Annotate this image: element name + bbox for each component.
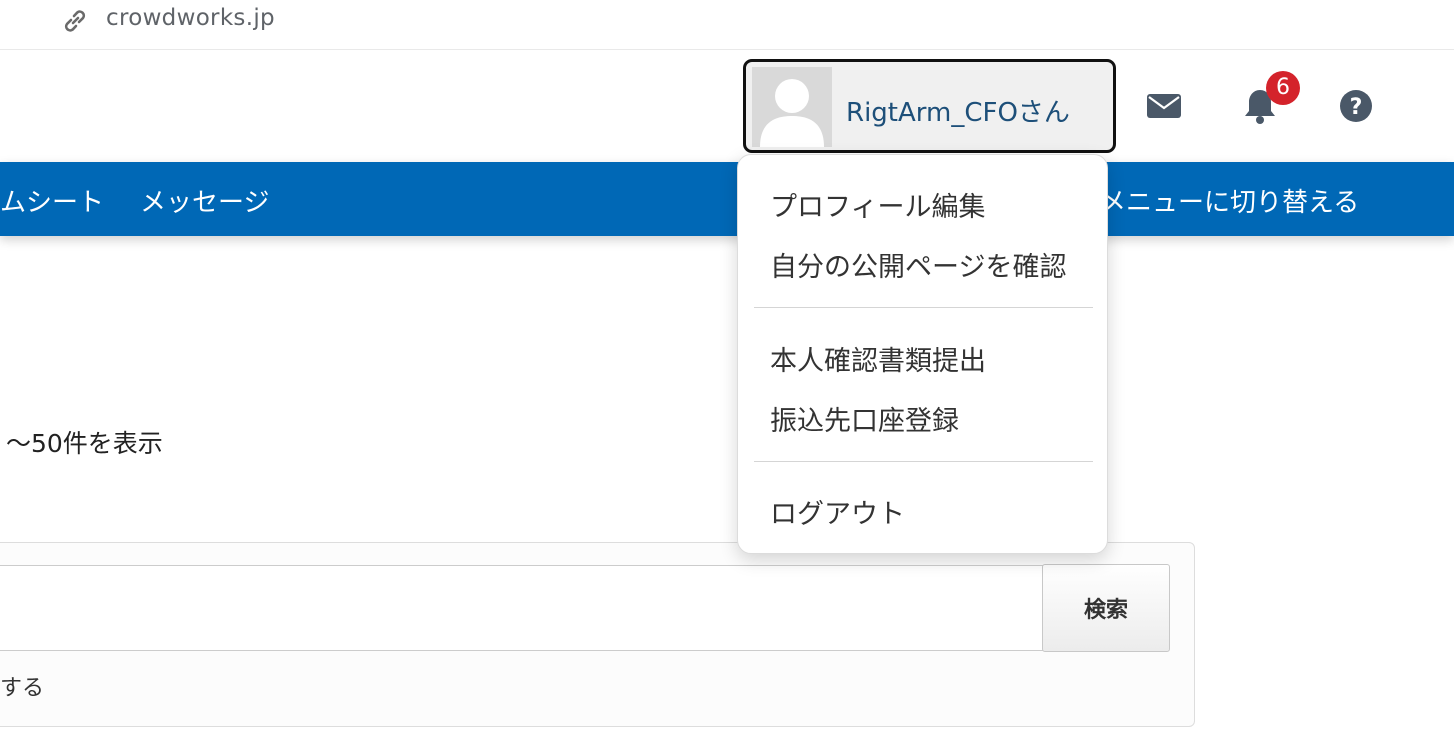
browser-url-bar[interactable]: crowdworks.jp [0, 0, 1454, 50]
menu-item-submit-id-documents[interactable]: 本人確認書類提出 [770, 339, 986, 378]
site-header [0, 51, 1454, 162]
result-count-text: 〜50件を表示 [6, 429, 163, 458]
user-name: RigtArm_CFOさん [846, 98, 1070, 128]
menu-divider [754, 461, 1093, 462]
main-nav-bar: ムシート メッセージ メニューに切り替える [0, 162, 1454, 236]
user-dropdown-menu: プロフィール編集 自分の公開ページを確認 本人確認書類提出 振込先口座登録 ログ… [737, 154, 1108, 554]
default-avatar-icon [752, 67, 832, 147]
help-icon[interactable]: ? [1339, 89, 1373, 127]
mail-icon[interactable] [1147, 94, 1181, 122]
menu-item-logout[interactable]: ログアウト [770, 492, 905, 531]
link-icon [60, 8, 90, 34]
nav-item-messages[interactable]: メッセージ [140, 182, 269, 219]
search-input[interactable] [0, 565, 1044, 651]
url-text: crowdworks.jp [106, 5, 275, 31]
svg-text:?: ? [1350, 95, 1363, 120]
search-option-label[interactable]: する [0, 670, 44, 702]
notification-badge: 6 [1266, 71, 1300, 105]
menu-item-edit-profile[interactable]: プロフィール編集 [770, 185, 985, 224]
user-menu-button[interactable]: RigtArm_CFOさん [743, 59, 1116, 153]
nav-item-timesheet[interactable]: ムシート [0, 182, 104, 219]
search-button[interactable]: 検索 [1042, 564, 1170, 652]
nav-item-switch-menu[interactable]: メニューに切り替える [1100, 182, 1359, 219]
menu-item-register-bank-account[interactable]: 振込先口座登録 [770, 399, 959, 438]
menu-divider [754, 307, 1093, 308]
menu-item-view-public-page[interactable]: 自分の公開ページを確認 [770, 245, 1066, 284]
